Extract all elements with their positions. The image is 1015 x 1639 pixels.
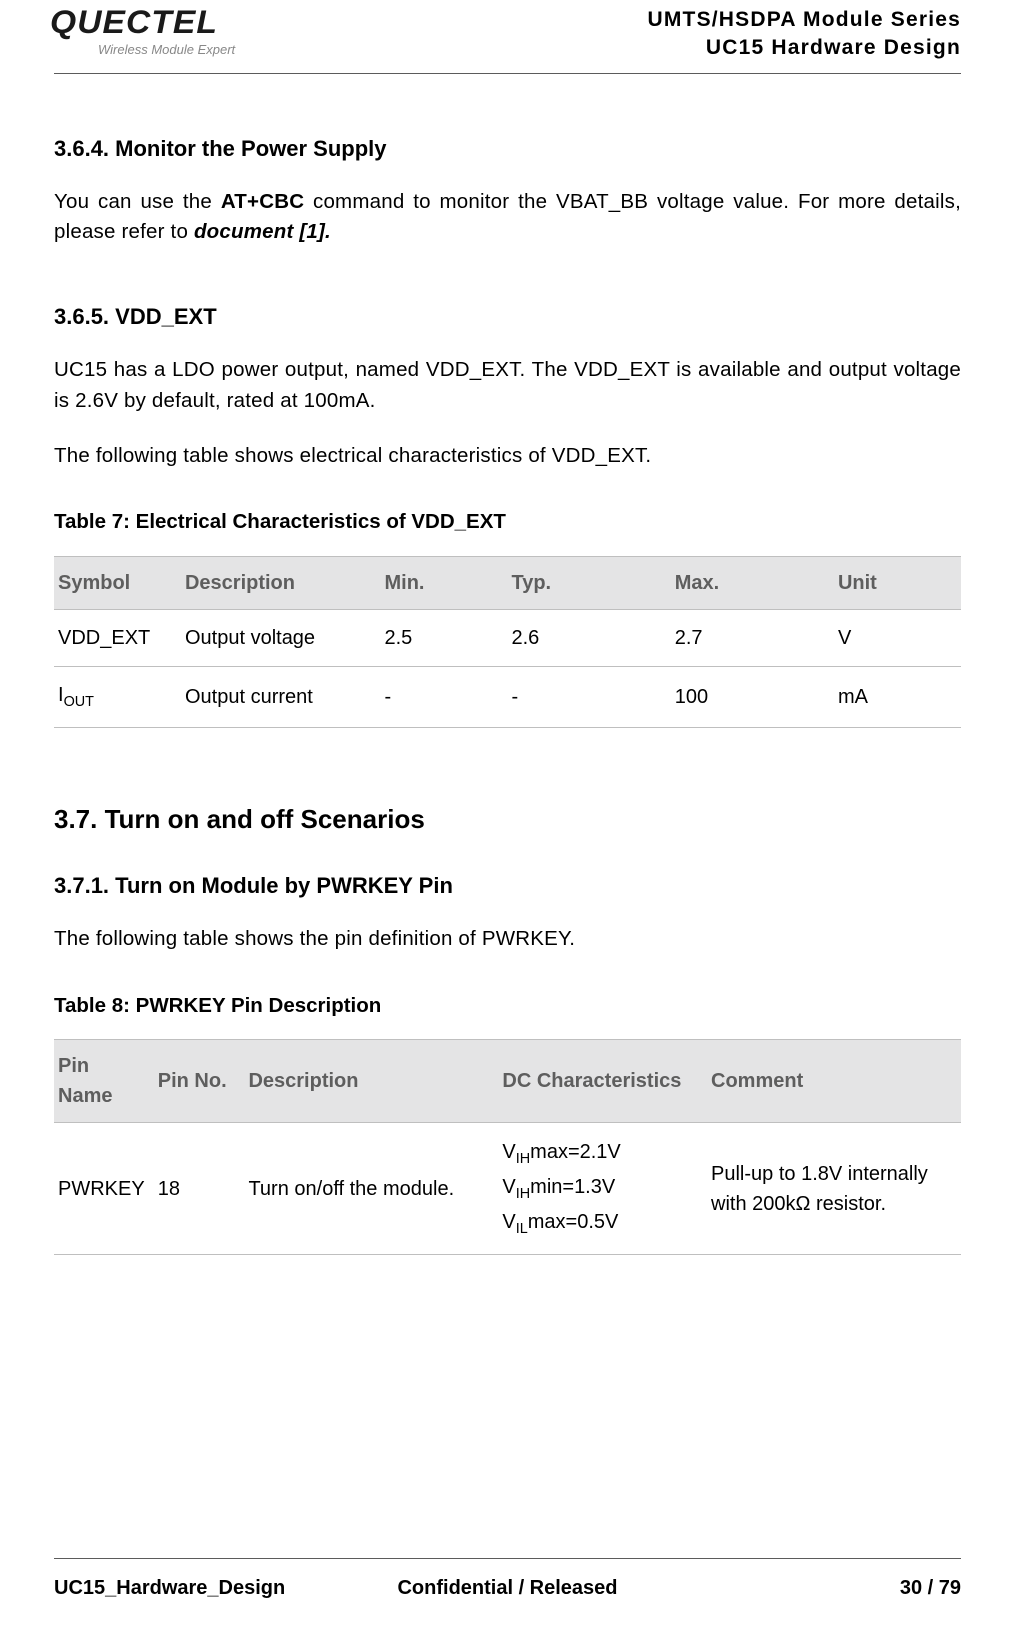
logo-block: QUECTEL Wireless Module Expert [54,6,235,60]
paragraph-3-6-5-a: UC15 has a LDO power output, named VDD_E… [54,355,961,417]
table-7: Symbol Description Min. Typ. Max. Unit V… [54,556,961,728]
heading-3-7: 3.7. Turn on and off Scenarios [54,800,961,839]
col-header: Comment [707,1040,961,1123]
command-text: AT+CBC [221,190,304,213]
table7-caption: Table 7: Electrical Characteristics of V… [54,507,961,538]
cell-symbol: VDD_EXT [54,610,181,667]
table-header-row: Symbol Description Min. Typ. Max. Unit [54,557,961,610]
cell-comment: Pull-up to 1.8V internally with 200kΩ re… [707,1123,961,1255]
paragraph-3-7-1: The following table shows the pin defini… [54,924,961,955]
cell-symbol: IOUT [54,667,181,728]
cell-typ: - [507,667,670,728]
paragraph-3-6-5-b: The following table shows electrical cha… [54,441,961,472]
cell-max: 2.7 [671,610,834,667]
logo-sub: Wireless Module Expert [98,40,235,60]
cell-min: - [381,667,508,728]
cell-typ: 2.6 [507,610,670,667]
cell-desc: Turn on/off the module. [244,1123,498,1255]
footer-center: Confidential / Released [54,1573,961,1603]
cell-desc: Output current [181,667,381,728]
table-row: VDD_EXT Output voltage 2.5 2.6 2.7 V [54,610,961,667]
cell-max: 100 [671,667,834,728]
page-content: 3.6.4. Monitor the Power Supply You can … [54,74,961,1256]
col-header: Symbol [54,557,181,610]
cell-unit: mA [834,667,961,728]
paragraph-3-6-4: You can use the AT+CBC command to monito… [54,187,961,249]
col-header: Typ. [507,557,670,610]
cell-desc: Output voltage [181,610,381,667]
col-header: Description [244,1040,498,1123]
cell-pin-no: 18 [154,1123,245,1255]
heading-3-6-5: 3.6.5. VDD_EXT [54,300,961,333]
col-header: Max. [671,557,834,610]
col-header: Pin Name [54,1040,154,1123]
col-header: Description [181,557,381,610]
cell-unit: V [834,610,961,667]
page-header: QUECTEL Wireless Module Expert UMTS/HSDP… [54,0,961,74]
table8-caption: Table 8: PWRKEY Pin Description [54,991,961,1022]
table-row: PWRKEY 18 Turn on/off the module. VIHmax… [54,1123,961,1255]
table-8: Pin Name Pin No. Description DC Characte… [54,1039,961,1255]
header-title-block: UMTS/HSDPA Module Series UC15 Hardware D… [647,6,961,63]
heading-3-6-4: 3.6.4. Monitor the Power Supply [54,132,961,165]
col-header: DC Characteristics [498,1040,707,1123]
header-line-2: UC15 Hardware Design [647,34,961,62]
cell-dc: VIHmax=2.1VVIHmin=1.3VVILmax=0.5V [498,1123,707,1255]
header-line-1: UMTS/HSDPA Module Series [647,6,961,34]
heading-3-7-1: 3.7.1. Turn on Module by PWRKEY Pin [54,869,961,902]
table-header-row: Pin Name Pin No. Description DC Characte… [54,1040,961,1123]
logo-main: QUECTEL [50,6,218,38]
text-fragment: You can use the [54,190,221,213]
cell-min: 2.5 [381,610,508,667]
cell-pin-name: PWRKEY [54,1123,154,1255]
page-footer: UC15_Hardware_Design Confidential / Rele… [54,1558,961,1603]
table-row: IOUT Output current - - 100 mA [54,667,961,728]
col-header: Unit [834,557,961,610]
col-header: Pin No. [154,1040,245,1123]
col-header: Min. [381,557,508,610]
document-ref: document [1]. [194,220,331,243]
